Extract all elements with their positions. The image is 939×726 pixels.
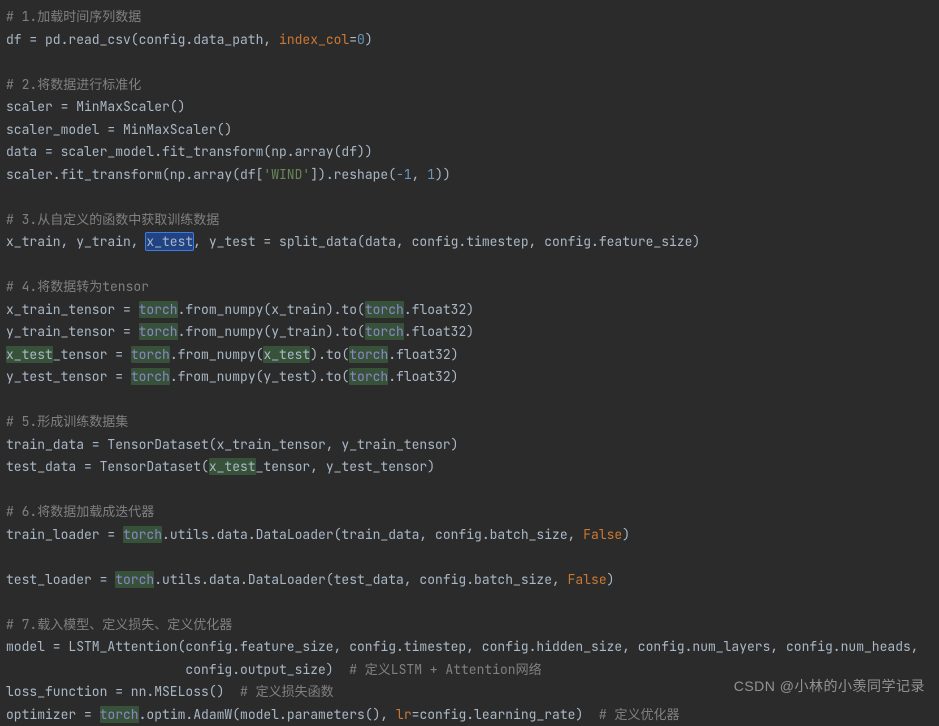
torch-ref: torch — [139, 323, 178, 340]
code-text: model = LSTM_Attention(config.feature_si… — [6, 638, 919, 655]
code-text: optimizer = — [6, 706, 100, 723]
code-text: y_test_tensor = — [6, 368, 131, 385]
code-text: = — [349, 31, 357, 48]
code-text: =config.learning_rate) — [412, 706, 599, 723]
torch-ref: torch — [100, 706, 139, 723]
search-match-current: x_test — [146, 233, 193, 250]
torch-ref: torch — [115, 571, 154, 588]
code-text: .optim.AdamW(model.parameters(), — [139, 706, 396, 723]
code-text: , — [412, 166, 428, 183]
code-text: scaler.fit_transform(np.array(df[ — [6, 166, 263, 183]
string: 'WIND' — [263, 166, 310, 183]
code-text: train_loader = — [6, 526, 123, 543]
code-text: .from_numpy(y_test).to( — [170, 368, 349, 385]
code-text: .float32) — [388, 346, 458, 363]
number: 0 — [357, 31, 365, 48]
comment: # 定义LSTM + Attention网络 — [349, 661, 541, 678]
code-text: .utils.data.DataLoader(train_data, confi… — [162, 526, 583, 543]
code-text: _tensor, y_test_tensor) — [256, 458, 435, 475]
code-text: .utils.data.DataLoader(test_data, config… — [154, 571, 567, 588]
comment: # 5.形成训练数据集 — [6, 413, 128, 430]
comment: # 定义优化器 — [599, 706, 680, 723]
code-text: ) — [607, 571, 615, 588]
comment: # 2.将数据进行标准化 — [6, 76, 141, 93]
torch-ref: torch — [365, 323, 404, 340]
code-text: .from_numpy(x_train).to( — [178, 301, 365, 318]
code-text: train_data = TensorDataset(x_train_tenso… — [6, 436, 458, 453]
comment: # 3.从自定义的函数中获取训练数据 — [6, 211, 219, 228]
code-text: test_data = TensorDataset( — [6, 458, 209, 475]
code-text: _tensor = — [53, 346, 131, 363]
comment: # 定义损失函数 — [240, 683, 334, 700]
torch-ref: torch — [131, 368, 170, 385]
code-text: ]).reshape( — [310, 166, 396, 183]
code-text: , y_test = split_data(data, config.times… — [193, 233, 700, 250]
code-text: y_train_tensor = — [6, 323, 139, 340]
comment: # 7.载入模型、定义损失、定义优化器 — [6, 616, 232, 633]
boolean: False — [568, 571, 607, 588]
comment: # 6.将数据加载成迭代器 — [6, 503, 154, 520]
search-match: x_test — [6, 346, 53, 363]
boolean: False — [583, 526, 622, 543]
kwarg: lr — [396, 706, 412, 723]
code-text: scaler_model = MinMaxScaler() — [6, 121, 232, 138]
code-text: ) — [365, 31, 373, 48]
code-text: loss_function = nn.MSELoss() — [6, 683, 240, 700]
code-text: x_train_tensor = — [6, 301, 139, 318]
torch-ref: torch — [123, 526, 162, 543]
code-text: ).to( — [310, 346, 349, 363]
code-text: data = scaler_model.fit_transform(np.arr… — [6, 143, 373, 160]
search-match: x_test — [209, 458, 256, 475]
code-editor[interactable]: # 1.加载时间序列数据 df = pd.read_csv(config.dat… — [6, 6, 933, 726]
code-text: scaler = MinMaxScaler() — [6, 98, 185, 115]
comment: # 1.加载时间序列数据 — [6, 8, 141, 25]
search-match: x_test — [263, 346, 310, 363]
comment: # 4.将数据转为tensor — [6, 278, 149, 295]
code-text: .from_numpy( — [170, 346, 264, 363]
code-text: .float32) — [404, 301, 474, 318]
code-text: .float32) — [404, 323, 474, 340]
code-text: test_loader = — [6, 571, 115, 588]
code-text: config.output_size) — [6, 661, 349, 678]
number: 1 — [427, 166, 435, 183]
code-text: ) — [622, 526, 630, 543]
torch-ref: torch — [349, 368, 388, 385]
torch-ref: torch — [365, 301, 404, 318]
code-text: .float32) — [388, 368, 458, 385]
kwarg: index_col — [279, 31, 349, 48]
torch-ref: torch — [131, 346, 170, 363]
code-text: df = pd.read_csv(config.data_path, — [6, 31, 279, 48]
code-text: x_train, y_train, — [6, 233, 146, 250]
torch-ref: torch — [139, 301, 178, 318]
code-text: )) — [435, 166, 451, 183]
torch-ref: torch — [349, 346, 388, 363]
code-text: .from_numpy(y_train).to( — [178, 323, 365, 340]
number: -1 — [396, 166, 412, 183]
